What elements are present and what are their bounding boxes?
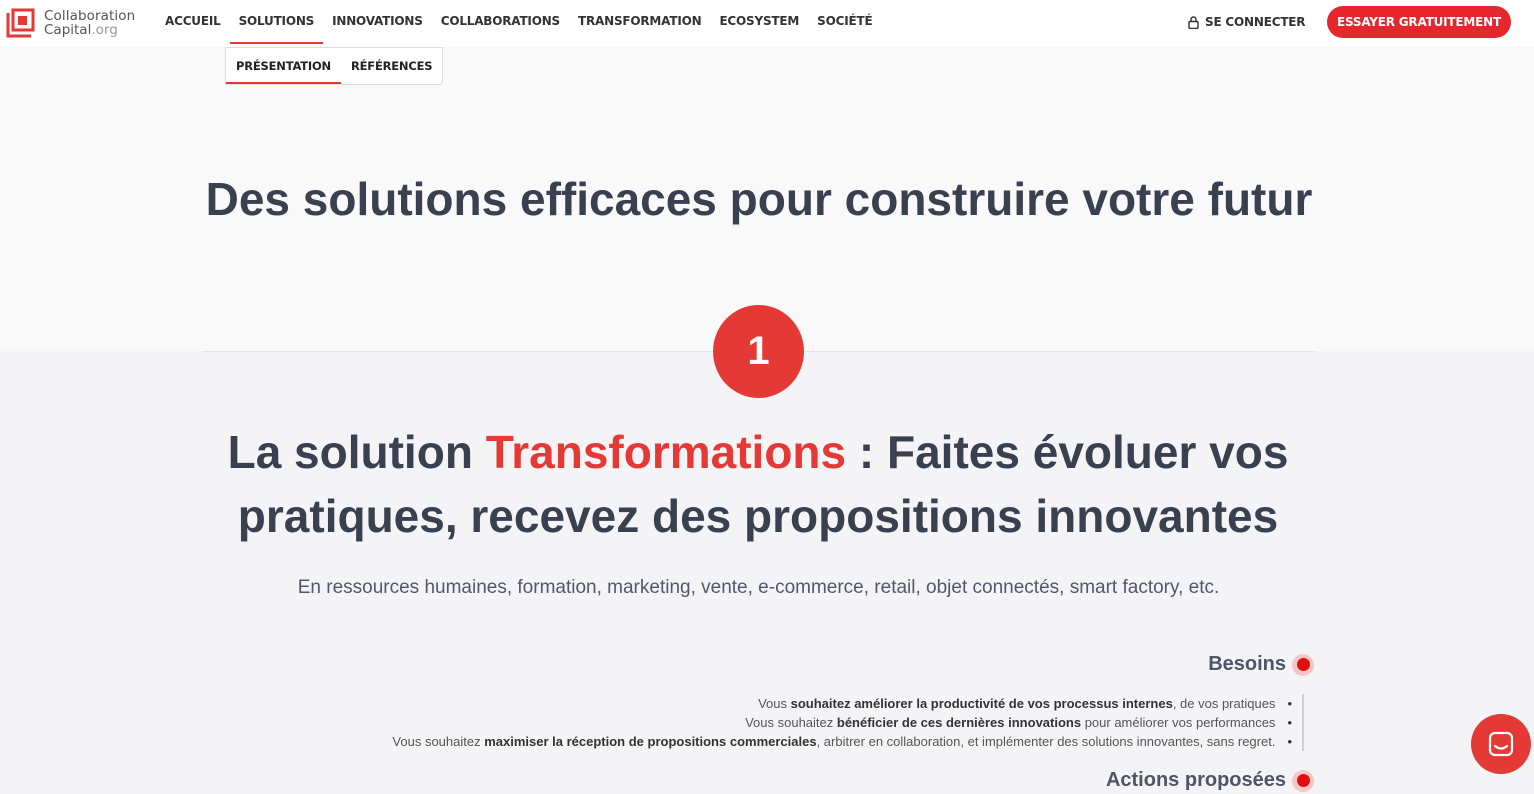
login-label: SE CONNECTER	[1205, 14, 1306, 29]
needs-heading-label: Besoins	[1208, 653, 1286, 675]
needs-item-pre: Vous souhaitez	[392, 734, 485, 749]
top-navigation: Collaboration Capital.org ACCUEIL SOLUTI…	[0, 0, 1534, 47]
nav-item-collaborations[interactable]: COLLABORATIONS	[432, 0, 569, 44]
needs-item: Vous souhaitez bénéficier de ces dernièr…	[300, 713, 1292, 732]
nav-item-innovations[interactable]: INNOVATIONS	[323, 0, 432, 44]
brand-line1: Collaboration	[44, 8, 136, 24]
needs-item-post: pour améliorer vos performances	[1081, 715, 1276, 730]
try-free-button[interactable]: ESSAYER GRATUITEMENT	[1327, 6, 1511, 38]
nav-item-solutions[interactable]: SOLUTIONS	[229, 0, 324, 44]
brand-line2-main: Capital	[44, 22, 92, 38]
page-title: Des solutions efficaces pour construire …	[205, 173, 1313, 225]
nav-item-ecosystem[interactable]: ECOSYSTEM	[710, 0, 808, 44]
nav-item-transformation[interactable]: TRANSFORMATION	[569, 0, 710, 44]
login-link[interactable]: SE CONNECTER	[1188, 0, 1306, 44]
solution-subtitle: En ressources humaines, formation, marke…	[297, 577, 1220, 598]
solution-title-prefix: La solution	[227, 426, 473, 478]
needs-item-post: , de vos pratiques	[1172, 696, 1276, 711]
solution-title-highlight: Transformations	[485, 426, 847, 478]
nav-item-societe[interactable]: SOCIÉTÉ	[808, 0, 881, 44]
brand-line2: Capital.org	[44, 23, 135, 37]
subnav-item-references[interactable]: RÉFÉRENCES	[341, 48, 442, 84]
brand-logo[interactable]: Collaboration Capital.org	[6, 8, 135, 38]
needs-item-pre: Vous	[758, 696, 791, 711]
solution-title: La solution Transformations : Faites évo…	[220, 420, 1296, 548]
needs-item-bold: maximiser la réception de propositions c…	[484, 734, 817, 749]
red-dot-icon	[1292, 769, 1314, 792]
sub-navigation: PRÉSENTATION RÉFÉRENCES	[225, 47, 444, 85]
collaboration-capital-logo-icon	[6, 8, 35, 38]
needs-list: Vous souhaitez améliorer la productivité…	[300, 694, 1304, 751]
needs-heading: Besoins	[1208, 653, 1314, 676]
brand-line2-suffix: .org	[91, 22, 118, 38]
chat-launcher-button[interactable]	[1471, 714, 1531, 774]
chat-icon	[1488, 731, 1514, 757]
actions-heading: Actions proposées	[1106, 769, 1314, 792]
needs-item-bold: bénéficier de ces dernières innovations	[836, 715, 1082, 730]
subnav-item-presentation[interactable]: PRÉSENTATION	[226, 48, 341, 84]
red-dot-icon	[1292, 653, 1314, 676]
step-number-badge: 1	[713, 305, 804, 398]
needs-item: Vous souhaitez améliorer la productivité…	[300, 694, 1292, 713]
needs-item-pre: Vous souhaitez	[745, 715, 837, 730]
needs-item-post: , arbitrer en collaboration, et implémen…	[816, 734, 1276, 749]
needs-item: Vous souhaitez maximiser la réception de…	[300, 732, 1292, 751]
main-menu: ACCUEIL SOLUTIONS INNOVATIONS COLLABORAT…	[156, 0, 881, 47]
needs-item-bold: souhaitez améliorer la productivité de v…	[790, 696, 1173, 711]
brand-name: Collaboration Capital.org	[44, 9, 135, 37]
lock-icon	[1188, 15, 1199, 29]
actions-heading-label: Actions proposées	[1105, 769, 1286, 791]
nav-item-accueil[interactable]: ACCUEIL	[156, 0, 230, 44]
